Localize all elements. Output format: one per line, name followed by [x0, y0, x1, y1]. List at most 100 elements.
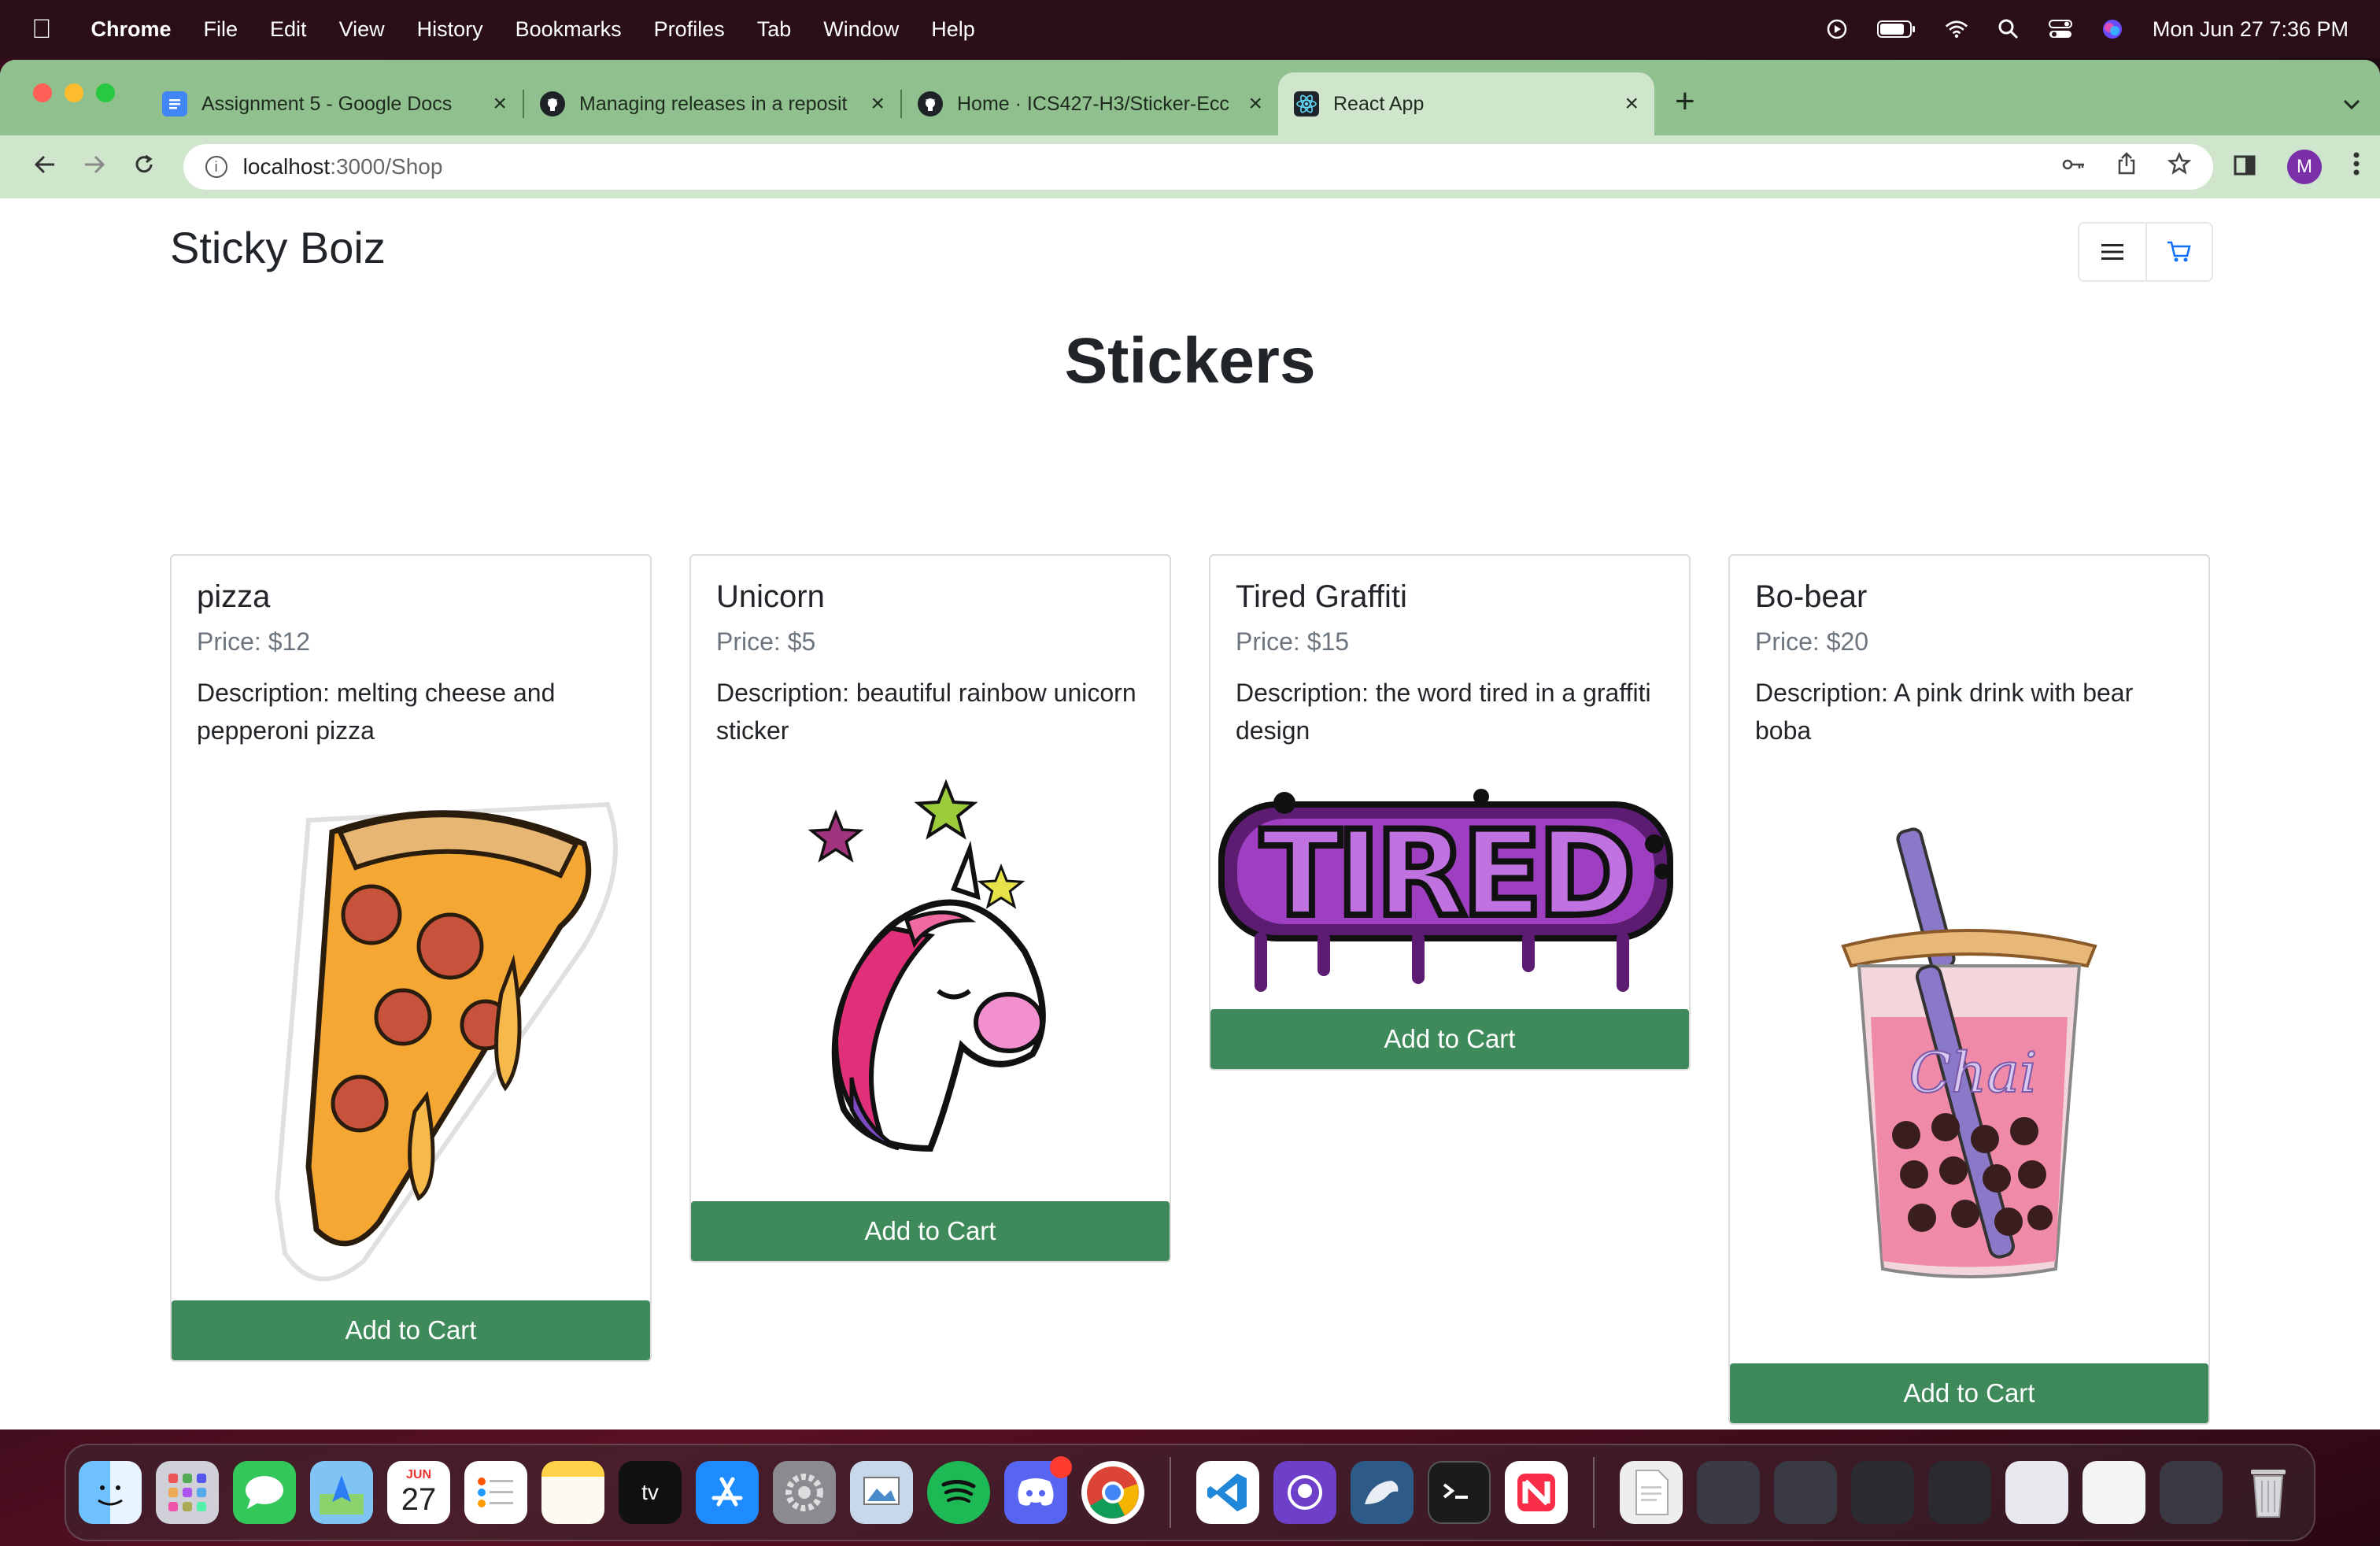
reminders-icon[interactable] [464, 1461, 527, 1524]
apple-tv-icon[interactable]: tv [619, 1461, 682, 1524]
discord-icon[interactable] [1004, 1456, 1072, 1524]
tab-google-docs[interactable]: Assignment 5 - Google Docs × [146, 72, 523, 135]
spotify-icon[interactable] [927, 1461, 990, 1524]
share-icon[interactable] [2117, 152, 2136, 182]
close-tab-icon[interactable]: × [493, 91, 507, 117]
news-icon[interactable] [1505, 1461, 1568, 1524]
bookmark-star-icon[interactable] [2167, 151, 2192, 182]
menu-bookmarks[interactable]: Bookmarks [516, 17, 622, 42]
menu-window[interactable]: Window [823, 17, 899, 42]
app-store-icon[interactable] [696, 1461, 759, 1524]
minimized-window-thumbnail-icon[interactable] [1928, 1461, 1991, 1524]
mysql-workbench-icon[interactable] [1351, 1461, 1414, 1524]
minimized-window-thumbnail-icon[interactable] [1851, 1461, 1914, 1524]
minimized-window-thumbnail-icon[interactable] [2160, 1461, 2223, 1524]
notes-icon[interactable] [541, 1461, 604, 1524]
close-tab-icon[interactable]: × [1624, 91, 1639, 117]
menu-history[interactable]: History [417, 17, 483, 42]
boba-sticker-image: Chai [1730, 749, 2208, 1363]
product-price: Price: $5 [716, 627, 816, 656]
preview-icon[interactable] [850, 1461, 913, 1524]
zoom-window-button[interactable] [96, 83, 115, 102]
system-preferences-icon[interactable] [773, 1461, 836, 1524]
menu-file[interactable]: File [204, 17, 238, 42]
tab-title: React App [1333, 92, 1425, 115]
menu-help[interactable]: Help [931, 17, 975, 42]
dock-separator [1593, 1457, 1595, 1528]
menu-app-chrome[interactable]: Chrome [91, 17, 172, 42]
apple-icon[interactable]:  [31, 14, 52, 45]
hamburger-menu-button[interactable] [2079, 224, 2145, 280]
product-description: Description: the word tired in a graffit… [1236, 679, 1651, 745]
site-info-icon[interactable]: i [205, 156, 227, 178]
add-to-cart-button[interactable]: Add to Cart [691, 1201, 1170, 1261]
minimized-window-thumbnail-icon[interactable] [1774, 1461, 1837, 1524]
navbar-actions [2078, 222, 2213, 282]
back-icon[interactable] [20, 150, 70, 183]
tab-strip: Assignment 5 - Google Docs × Managing re… [0, 60, 2380, 135]
address-bar[interactable]: i localhost:3000/Shop [183, 144, 2214, 190]
add-to-cart-button[interactable]: Add to Cart [1730, 1363, 2208, 1423]
tab-search-chevron-icon[interactable] [2342, 91, 2361, 117]
cart-icon [2168, 241, 2191, 262]
url-path: :3000/Shop [330, 154, 443, 179]
close-window-button[interactable] [33, 83, 52, 102]
product-name: pizza [197, 579, 271, 614]
maps-icon[interactable] [310, 1461, 373, 1524]
product-card-pizza: pizza Price: $12 Description: melting ch… [170, 554, 652, 1362]
tab-github-home[interactable]: Home · ICS427-H3/Sticker-Ecc × [902, 72, 1278, 135]
pizza-sticker-image [172, 749, 650, 1300]
launchpad-icon[interactable] [156, 1461, 219, 1524]
product-price: Price: $15 [1236, 627, 1350, 656]
chrome-icon[interactable] [1081, 1461, 1144, 1524]
new-tab-icon[interactable]: + [1675, 82, 1695, 121]
menu-edit[interactable]: Edit [270, 17, 307, 42]
add-to-cart-button[interactable]: Add to Cart [172, 1300, 650, 1360]
terminal-icon[interactable] [1428, 1461, 1491, 1524]
graffiti-word: TIRED [1261, 806, 1632, 943]
product-card-unicorn: Unicorn Price: $5 Description: beautiful… [689, 554, 1171, 1263]
menu-view[interactable]: View [339, 17, 385, 42]
finder-icon[interactable] [79, 1461, 142, 1524]
browser-window: Assignment 5 - Google Docs × Managing re… [0, 60, 2380, 1429]
dock-separator [1170, 1457, 1171, 1528]
wifi-icon[interactable] [1945, 17, 1968, 41]
more-menu-icon[interactable] [2353, 152, 2360, 182]
battery-icon[interactable] [1876, 17, 1916, 41]
screen-recording-icon[interactable] [1825, 17, 1849, 41]
siri-icon[interactable] [2101, 17, 2124, 41]
menu-tab[interactable]: Tab [757, 17, 792, 42]
trash-icon[interactable] [2237, 1461, 2300, 1524]
reload-icon[interactable] [120, 150, 169, 183]
discord-notification-badge [1050, 1456, 1072, 1478]
spotlight-search-icon[interactable] [1997, 17, 2020, 41]
product-description: Description: A pink drink with bear boba [1755, 679, 2134, 745]
close-tab-icon[interactable]: × [1248, 91, 1262, 117]
menubar-clock[interactable]: Mon Jun 27 7:36 PM [2153, 17, 2349, 42]
messages-icon[interactable] [233, 1461, 296, 1524]
product-name: Unicorn [716, 579, 825, 614]
page-title: Stickers [1064, 325, 1316, 397]
navbar-brand[interactable]: Sticky Boiz [170, 222, 386, 273]
github-desktop-icon[interactable] [1273, 1461, 1336, 1524]
minimized-window-thumbnail-icon[interactable] [1697, 1461, 1760, 1524]
calendar-icon[interactable]: JUN 27 [387, 1461, 450, 1524]
minimize-window-button[interactable] [65, 83, 83, 102]
password-key-icon[interactable] [2062, 152, 2086, 182]
tab-github-releases[interactable]: Managing releases in a reposit × [524, 72, 900, 135]
control-center-icon[interactable] [2048, 17, 2072, 41]
profile-avatar[interactable]: M [2287, 150, 2323, 184]
add-to-cart-button[interactable]: Add to Cart [1210, 1009, 1689, 1069]
cart-button[interactable] [2145, 224, 2212, 280]
tab-react-app[interactable]: React App × [1278, 72, 1654, 135]
docx-document-icon[interactable] [1620, 1461, 1683, 1524]
minimized-window-thumbnail-icon[interactable] [2082, 1461, 2145, 1524]
vscode-icon[interactable] [1196, 1461, 1259, 1524]
minimized-window-thumbnail-icon[interactable] [2005, 1461, 2068, 1524]
forward-icon[interactable] [70, 150, 120, 183]
product-name: Bo-bear [1755, 579, 1868, 614]
calendar-month: JUN [405, 1467, 431, 1481]
close-tab-icon[interactable]: × [870, 91, 885, 117]
menu-profiles[interactable]: Profiles [654, 17, 725, 42]
side-panel-icon[interactable] [2234, 153, 2256, 182]
